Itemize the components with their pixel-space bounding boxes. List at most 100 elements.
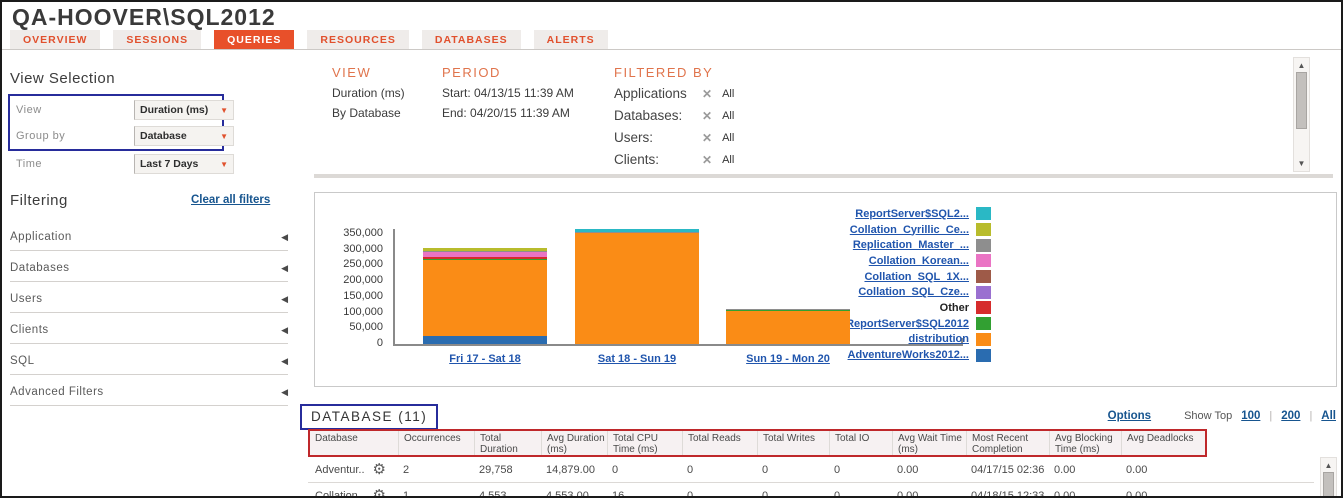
period-start: Start: 04/13/15 11:39 AM [442,86,574,100]
remove-filter-icon[interactable]: ✕ [702,131,712,145]
view-selector-label: View [16,104,42,116]
table-cell: 0 [834,489,841,498]
scrollbar-thumb[interactable] [1296,72,1307,129]
filter-advanced[interactable]: Advanced Filters ◀ [10,379,288,406]
filter-users[interactable]: Users ◀ [10,286,288,313]
remove-filter-icon[interactable]: ✕ [702,153,712,167]
table-cell: 04/17/15 02:36 PM [971,463,1047,476]
view-summary-heading: VIEW [332,65,372,80]
scroll-up-icon[interactable]: ▲ [1321,461,1336,470]
tab-queries[interactable]: QUERIES [214,30,295,50]
bar-segment[interactable] [423,257,547,259]
x-axis-category-link[interactable]: Sun 19 - Mon 20 [726,353,850,365]
legend-label[interactable]: Collation_Korean... [869,255,969,267]
bar-segment[interactable] [423,247,547,251]
column-header[interactable]: Total Duration (ms) [474,431,541,455]
view-summary-line2: By Database [332,106,401,120]
clear-all-filters-link[interactable]: Clear all filters [191,194,270,206]
tab-resources[interactable]: RESOURCES [307,30,409,50]
table-cell: 0 [762,489,769,498]
table-cell: 0 [687,463,694,476]
column-header[interactable]: Total Reads [682,431,757,455]
view-dropdown[interactable]: Duration (ms) ▼ [134,100,234,120]
legend-label[interactable]: Collation_Cyrillic_Ce... [850,224,969,236]
page-title: QA-HOOVER\SQL2012 [12,4,276,30]
gear-icon[interactable]: ⚙ [373,488,386,496]
column-header[interactable]: Most Recent Completion [966,431,1049,455]
table-cell: 29,758 [479,463,513,476]
y-axis-tick-label: 350,000 [343,227,383,239]
x-axis-category-link[interactable]: Sat 18 - Sun 19 [575,353,699,365]
bar-segment[interactable] [575,232,699,234]
column-header[interactable]: Avg Deadlocks [1121,431,1205,455]
table-cell: 0 [687,489,694,498]
x-axis-category-link[interactable]: Fri 17 - Sat 18 [423,353,547,365]
show-top-all-link[interactable]: All [1321,410,1336,422]
bar-segment[interactable] [423,335,547,344]
filter-clients[interactable]: Clients ◀ [10,317,288,344]
filter-sql[interactable]: SQL ◀ [10,348,288,375]
column-header[interactable]: Avg Blocking Time (ms) [1049,431,1121,455]
tab-databases[interactable]: DATABASES [421,30,521,50]
remove-filter-icon[interactable]: ✕ [702,109,712,123]
column-header[interactable]: Total Writes [757,431,829,455]
show-top-200-link[interactable]: 200 [1281,410,1300,422]
scroll-up-icon[interactable]: ▲ [1294,61,1309,70]
database-count-label: DATABASE (11) [300,404,439,430]
bar-segment[interactable] [726,311,850,344]
stacked-bar [726,193,850,344]
view-selector-row: View Duration (ms) ▼ [16,99,296,121]
column-header[interactable]: Occurrences [398,431,474,455]
database-name-cell[interactable]: Collation_.. ⚙ [308,488,396,496]
table-cell: 0.00 [897,489,919,498]
groupby-dropdown[interactable]: Database ▼ [134,126,234,146]
bar-segment[interactable] [726,310,850,312]
column-header[interactable]: Avg Wait Time (ms) [892,431,966,455]
tab-alerts[interactable]: ALERTS [533,30,608,50]
collapse-triangle-icon: ◀ [281,231,288,242]
summary-scrollbar[interactable]: ▲ ▼ [1293,57,1310,172]
filter-databases[interactable]: Databases ◀ [10,255,288,282]
options-link[interactable]: Options [1108,410,1151,422]
table-scrollbar[interactable]: ▲ [1320,457,1337,496]
y-axis-tick-label: 250,000 [343,258,383,271]
bar-segment[interactable] [575,233,699,344]
database-name-cell[interactable]: Adventur.. ⚙ [308,462,396,477]
column-header[interactable]: Avg Duration (ms) [541,431,607,455]
time-dropdown[interactable]: Last 7 Days ▼ [134,154,234,174]
bar-segment[interactable] [423,250,547,253]
bar-segment[interactable] [423,252,547,258]
bar-segment[interactable] [726,309,850,311]
bar-segment[interactable] [575,229,699,233]
gear-icon[interactable]: ⚙ [373,462,386,477]
table-cell: 4,553.00 [546,489,589,498]
bar-segment[interactable] [423,259,547,336]
bar-segment[interactable] [423,258,547,260]
legend-item: Collation_SQL_Cze... [846,284,991,300]
legend-color-swatch [976,238,991,252]
column-header[interactable]: Total CPU Time (ms) [607,431,682,455]
column-header[interactable]: Database [310,431,398,455]
groupby-selector-row: Group by Database ▼ [16,125,296,147]
legend-label[interactable]: distribution [909,333,970,345]
show-top-100-link[interactable]: 100 [1241,410,1260,422]
legend-label[interactable]: ReportServer$SQL2012 [846,318,969,330]
scroll-down-icon[interactable]: ▼ [1294,159,1309,168]
filter-application[interactable]: Application ◀ [10,224,288,251]
legend-label[interactable]: Replication_Master_... [853,239,969,251]
tab-overview[interactable]: OVERVIEW [10,30,101,50]
legend-label[interactable]: Collation_SQL_Cze... [858,286,969,298]
legend-label[interactable]: AdventureWorks2012... [848,349,969,361]
scrollbar-thumb[interactable] [1323,472,1334,496]
filtered-by-users: Users: ✕ All [614,130,735,145]
filtering-heading: Filtering [10,192,68,209]
table-cell: 0 [762,463,769,476]
table-cell: 4,553 [479,489,507,498]
remove-filter-icon[interactable]: ✕ [702,87,712,101]
legend-label[interactable]: ReportServer$SQL2... [855,208,969,220]
column-header[interactable]: Total IO [829,431,892,455]
tab-sessions[interactable]: SESSIONS [113,30,202,50]
legend-label[interactable]: Collation_SQL_1X... [864,271,969,283]
stacked-bar [575,193,699,344]
duration-by-database-chart: ReportServer$SQL2... Collation_Cyrillic_C… [314,192,1337,387]
